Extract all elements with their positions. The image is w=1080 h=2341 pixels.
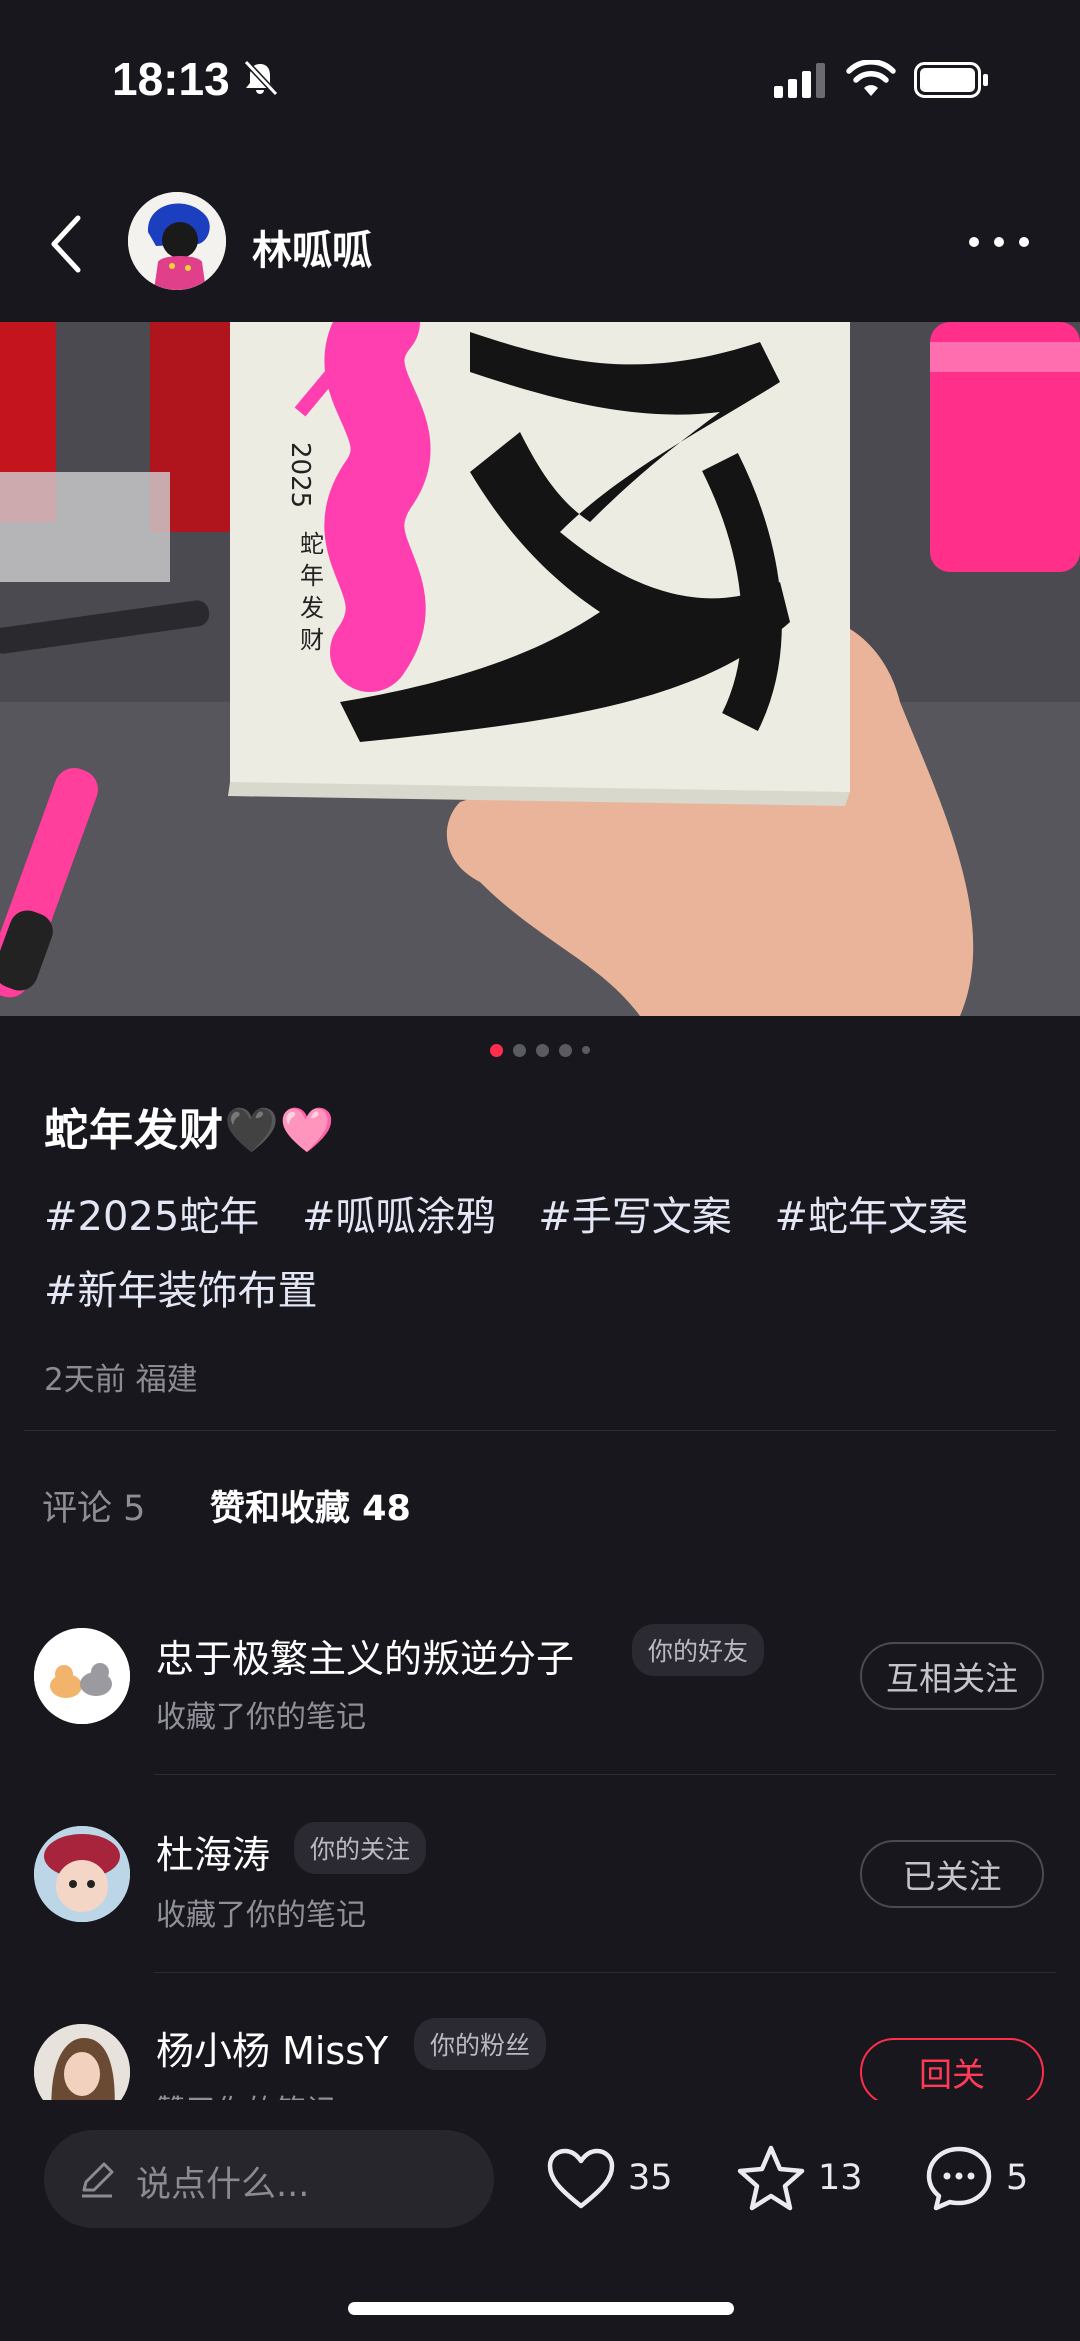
svg-text:财: 财 [300, 626, 324, 654]
follow-back-button[interactable]: 互相关注 [860, 1642, 1044, 1710]
activity-text: 收藏了你的笔记 [156, 1700, 366, 1735]
cellular-signal-icon [774, 63, 825, 98]
tab-likes-and-saves[interactable]: 赞和收藏 48 [210, 1480, 411, 1531]
battery-icon [914, 62, 988, 98]
following-button[interactable]: 已关注 [860, 1840, 1044, 1908]
svg-text:年: 年 [300, 562, 324, 590]
user-name[interactable]: 忠于极繁主义的叛逆分子 [156, 1628, 574, 1683]
relation-badge: 你的好友 [632, 1624, 765, 1676]
note-meta: 2天前 福建 [44, 1362, 198, 1398]
comment-placeholder[interactable]: 说点什么... [136, 2156, 309, 2207]
tab-comments[interactable]: 评论 5 [42, 1480, 145, 1531]
user-avatar[interactable] [34, 1628, 130, 1724]
divider [154, 1774, 1056, 1775]
page-dot [559, 1043, 572, 1057]
divider [24, 1430, 1056, 1431]
hashtag-link[interactable]: #呱呱涂鸦 [302, 1194, 496, 1240]
svg-text:2025: 2025 [285, 442, 315, 508]
user-avatar[interactable] [34, 1826, 130, 1922]
home-indicator[interactable] [348, 2302, 734, 2315]
author-name[interactable]: 林呱呱 [252, 218, 372, 276]
user-name[interactable]: 杜海涛 [156, 1824, 270, 1879]
bell-muted-icon [243, 59, 279, 97]
star-icon[interactable] [736, 2144, 806, 2212]
page-dot [582, 1046, 590, 1054]
page-dot [513, 1043, 526, 1057]
more-options-icon[interactable] [966, 222, 1032, 262]
page-dot-active [490, 1043, 503, 1057]
follow-back-button[interactable]: 回关 [860, 2038, 1044, 2106]
relation-badge: 你的关注 [294, 1822, 427, 1874]
tag-list: #2025蛇年 #呱呱涂鸦 #手写文案 #蛇年文案 #新年装饰布置 [44, 1180, 1044, 1328]
author-avatar[interactable] [128, 192, 226, 290]
hashtag-link[interactable]: #蛇年文案 [775, 1194, 969, 1240]
note-image[interactable]: 2025 蛇 年 发 财 [0, 322, 1080, 1016]
note-title: 蛇年发财🖤🩷 [44, 1105, 336, 1156]
pencil-icon [82, 2162, 114, 2198]
like-count[interactable]: 35 [628, 2158, 673, 2198]
status-time: 18:13 [112, 53, 230, 105]
relation-badge: 你的粉丝 [414, 2018, 547, 2070]
hashtag-link[interactable]: #手写文案 [538, 1194, 732, 1240]
divider [154, 1972, 1056, 1973]
user-name[interactable]: 杨小杨 MissY [156, 2020, 388, 2075]
wifi-icon [846, 60, 896, 96]
page-dot [536, 1043, 549, 1057]
image-pagination [0, 1040, 1080, 1060]
activity-text: 收藏了你的笔记 [156, 1898, 366, 1933]
hashtag-link[interactable]: #新年装饰布置 [44, 1268, 318, 1314]
back-button[interactable] [40, 208, 96, 280]
hashtag-link[interactable]: #2025蛇年 [44, 1194, 259, 1240]
comment-bubble-icon[interactable] [924, 2144, 994, 2214]
svg-text:发: 发 [300, 594, 324, 622]
collect-count[interactable]: 13 [818, 2158, 863, 2198]
heart-icon[interactable] [546, 2148, 616, 2210]
comment-count[interactable]: 5 [1006, 2158, 1028, 2198]
svg-text:蛇: 蛇 [300, 530, 324, 558]
